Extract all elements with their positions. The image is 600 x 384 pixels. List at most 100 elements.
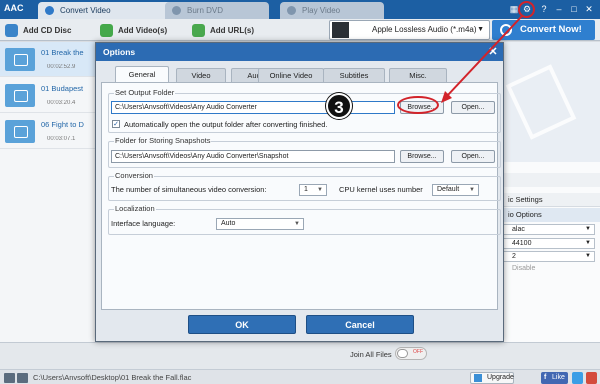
simultaneous-value: 1 [304, 186, 308, 193]
codec-value: alac [512, 226, 525, 233]
add-video-icon [100, 24, 113, 37]
tab-video[interactable]: Video [176, 68, 226, 82]
output-folder-group: Set Output Folder C:\Users\Anvsoft\Video… [108, 88, 501, 133]
dialog-title: Options [103, 47, 136, 57]
tab-label: Convert Video [60, 6, 111, 15]
disc-icon [172, 6, 181, 15]
file-duration: 00:02:52.9 [47, 64, 76, 70]
tab-burn-dvd[interactable]: Burn DVD [165, 2, 269, 19]
join-all-label: Join All Files [350, 350, 392, 359]
output-format-select[interactable]: Apple Lossless Audio (*.m4a) ▼ [329, 20, 490, 40]
step-badge: 3 [326, 93, 352, 119]
simultaneous-label: The number of simultaneous video convers… [111, 185, 267, 194]
auto-open-label: Automatically open the output folder aft… [124, 120, 328, 129]
help-button[interactable]: ? [538, 3, 550, 15]
codec-select[interactable]: alac ▼ [503, 224, 595, 235]
status-bar: Join All Files OFF C:\Users\Anvsoft\Desk… [0, 342, 600, 384]
film-icon [505, 64, 577, 140]
kernel-value: Default [437, 186, 460, 193]
browse-highlight-ring [397, 96, 439, 114]
list-item[interactable]: 01 Break the 00:02:52.9 [0, 42, 96, 77]
gear-highlight-ring [518, 1, 535, 18]
google-plus-icon[interactable] [586, 372, 597, 384]
file-duration: 00:03:20.4 [47, 100, 76, 106]
title-bar: AAC Convert Video Burn DVD Play Video ▦ … [0, 0, 600, 19]
snapshot-folder-group: Folder for Storing Snapshots C:\Users\An… [108, 136, 501, 168]
localization-legend: Localization [114, 204, 156, 213]
twitter-icon[interactable] [572, 372, 583, 384]
add-video-label: Add Video(s) [118, 26, 168, 35]
language-label: Interface language: [111, 219, 176, 228]
snapshot-folder-input[interactable]: C:\Users\Anvsoft\Videos\Any Audio Conver… [111, 150, 395, 163]
chevron-down-icon: ▼ [585, 226, 591, 232]
list-item[interactable]: 01 Budapest 00:03:20.4 [0, 78, 96, 113]
close-button[interactable]: ✕ [583, 3, 595, 15]
channels-value: 2 [512, 253, 516, 260]
toggle-state: OFF [413, 349, 423, 355]
minimize-button[interactable]: – [553, 3, 565, 15]
tab-subtitles[interactable]: Subtitles [323, 68, 385, 82]
list-item[interactable]: 06 Fight to D 00:03:07.1 [0, 114, 96, 149]
ok-button[interactable]: OK [188, 315, 296, 334]
open-snapshot-button[interactable]: Open... [451, 150, 495, 163]
output-folder-legend: Set Output Folder [114, 88, 176, 97]
tab-label: Burn DVD [187, 6, 224, 15]
kernel-select[interactable]: Default ▼ [432, 184, 479, 196]
file-name: 06 Fight to D [41, 120, 84, 129]
localization-group: Localization Interface language: Auto ▼ [108, 204, 501, 235]
file-thumbnail [5, 48, 35, 71]
next-icon[interactable] [17, 373, 28, 383]
chevron-down-icon: ▼ [469, 187, 475, 193]
snapshot-folder-legend: Folder for Storing Snapshots [114, 136, 212, 145]
add-url-button[interactable]: Add URL(s) [190, 22, 254, 39]
file-thumbnail [5, 120, 35, 143]
video-icon [45, 6, 54, 15]
path-bar: C:\Users\Anvsoft\Desktop\01 Break the Fa… [0, 369, 600, 384]
open-output-button[interactable]: Open... [451, 101, 495, 114]
current-file-path: C:\Users\Anvsoft\Desktop\01 Break the Fa… [33, 373, 192, 382]
add-cd-button[interactable]: Add CD Disc [3, 22, 71, 39]
cancel-button[interactable]: Cancel [306, 315, 414, 334]
tab-label: Play Video [302, 6, 341, 15]
auto-open-checkbox[interactable]: ✓ [112, 120, 120, 128]
add-url-icon [192, 24, 205, 37]
tab-online-video[interactable]: Online Video [258, 68, 324, 82]
tab-misc[interactable]: Misc. [389, 68, 447, 82]
chevron-down-icon: ▼ [317, 187, 323, 193]
maximize-button[interactable]: □ [568, 3, 580, 15]
upgrade-label: Upgrade [487, 374, 514, 381]
join-all-toggle[interactable]: OFF [395, 347, 427, 360]
convert-label: Convert Now! [520, 24, 582, 35]
options-dialog: Options ✕ General Video Audio Online Vid… [95, 42, 504, 342]
chevron-down-icon: ▼ [294, 221, 300, 227]
facebook-like-button[interactable]: f Like [541, 372, 568, 384]
browse-snapshot-button[interactable]: Browse... [400, 150, 444, 163]
conversion-legend: Conversion [114, 171, 154, 180]
conversion-group: Conversion The number of simultaneous vi… [108, 171, 501, 201]
add-video-button[interactable]: Add Video(s) [98, 22, 167, 39]
simultaneous-select[interactable]: 1 ▼ [299, 184, 327, 196]
like-label: Like [552, 374, 565, 381]
tab-general[interactable]: General [115, 66, 169, 82]
sample-rate-select[interactable]: 44100 ▼ [503, 238, 595, 249]
sample-rate-value: 44100 [512, 240, 532, 247]
disable-checkbox[interactable]: Disable [512, 265, 535, 272]
channels-select[interactable]: 2 ▼ [503, 251, 595, 262]
prev-icon[interactable] [4, 373, 15, 383]
language-value: Auto [221, 220, 236, 227]
file-name: 01 Break the [41, 48, 84, 57]
chevron-down-icon: ▼ [585, 240, 591, 246]
tab-play-video[interactable]: Play Video [280, 2, 384, 19]
output-folder-input[interactable]: C:\Users\Anvsoft\Videos\Any Audio Conver… [111, 101, 395, 114]
convert-icon [500, 24, 512, 36]
format-value: Apple Lossless Audio (*.m4a) [372, 25, 477, 34]
tab-convert-video[interactable]: Convert Video [38, 2, 178, 19]
dialog-close-button[interactable]: ✕ [487, 43, 499, 61]
play-icon [287, 6, 296, 15]
upgrade-button[interactable]: Upgrade [470, 372, 514, 384]
convert-now-button[interactable]: Convert Now! [492, 20, 595, 40]
toggle-knob [397, 349, 408, 358]
kernel-label: CPU kernel uses number [339, 185, 423, 194]
language-select[interactable]: Auto ▼ [216, 218, 304, 230]
file-duration: 00:03:07.1 [47, 136, 76, 142]
